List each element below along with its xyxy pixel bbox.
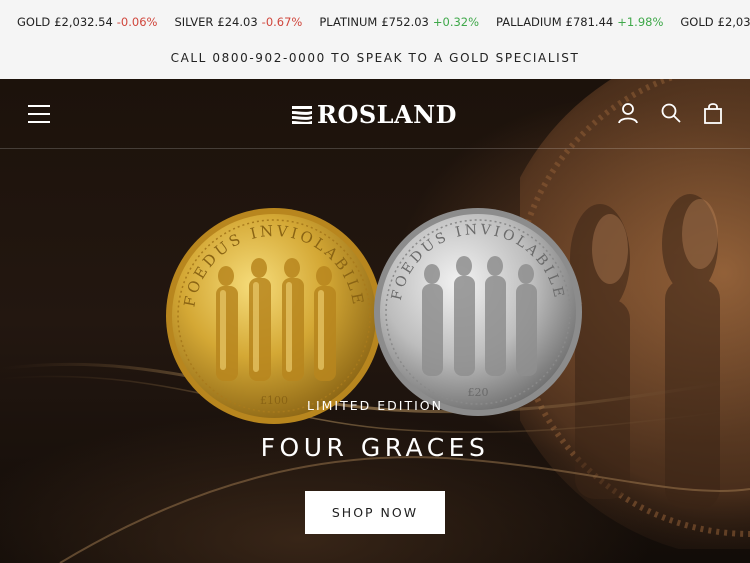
ticker-change: -0.67% (261, 15, 303, 29)
cart-icon[interactable] (702, 102, 724, 124)
hero-eyebrow: LIMITED EDITION (307, 398, 443, 413)
ticker-item-palladium[interactable]: PALLADIUM £781.44 +1.98% (496, 15, 663, 29)
site-header: ROSLAND (0, 79, 750, 149)
ticker-change: +0.32% (432, 15, 480, 29)
ticker-item-silver[interactable]: SILVER £24.03 -0.67% (174, 15, 302, 29)
silver-coin-image: FOEDUS INVIOLABILE £20 (374, 208, 582, 416)
ticker-metal-name: GOLD (17, 15, 51, 29)
ticker-metal-name: PALLADIUM (496, 15, 562, 29)
call-specialist-bar[interactable]: CALL 0800-902-0000 TO SPEAK TO A GOLD SP… (0, 42, 750, 79)
menu-icon[interactable] (28, 105, 50, 123)
ticker-price: £2,032.54 (54, 15, 113, 29)
logo-mark-icon (292, 106, 312, 124)
hero-title: FOUR GRACES (260, 433, 490, 462)
ticker-metal-name: GOLD (680, 15, 714, 29)
shop-now-button[interactable]: SHOP NOW (305, 491, 445, 534)
price-ticker: GOLD £2,032.54 -0.06% SILVER £24.03 -0.6… (0, 0, 750, 42)
ticker-price: £2,032.54 (717, 15, 750, 29)
search-icon[interactable] (660, 102, 682, 124)
ticker-price: £752.03 (381, 15, 429, 29)
ticker-change: -0.06% (116, 15, 158, 29)
ticker-item-gold[interactable]: GOLD £2,032.54 -0.06% (17, 15, 157, 29)
ticker-price: £781.44 (565, 15, 614, 29)
ticker-item-platinum[interactable]: PLATINUM £752.03 +0.32% (319, 15, 479, 29)
ticker-item-gold-repeat[interactable]: GOLD £2,032.54 - (680, 15, 750, 29)
ticker-price: £24.03 (217, 15, 258, 29)
ticker-change: +1.98% (617, 15, 664, 29)
logo-text: ROSLAND (317, 99, 457, 129)
gold-coin-image: FOEDUS INVIOLABILE £100 (166, 208, 382, 424)
ticker-metal-name: PLATINUM (319, 15, 378, 29)
rosland-logo[interactable]: ROSLAND (291, 99, 457, 129)
ticker-metal-name: SILVER (174, 15, 214, 29)
account-icon[interactable] (617, 102, 639, 124)
ticker-track: GOLD £2,032.54 -0.06% SILVER £24.03 -0.6… (17, 15, 750, 29)
